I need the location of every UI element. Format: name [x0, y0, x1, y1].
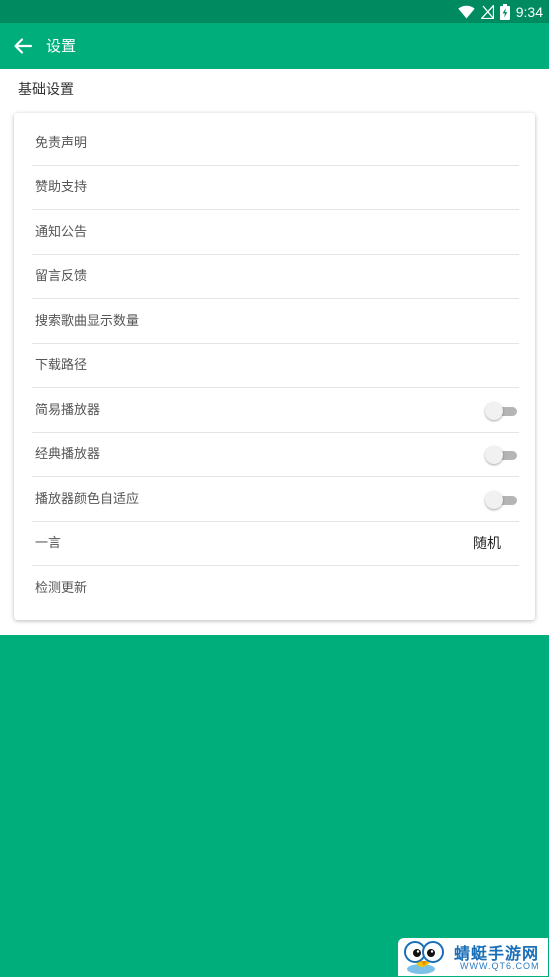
section-title: 基础设置	[18, 82, 74, 98]
settings-content: 基础设置 免责声明 赞助支持 通知公告 留言反馈 搜索歌曲显示数量 下载路径 简…	[0, 69, 549, 635]
setting-label: 搜索歌曲显示数量	[35, 314, 140, 329]
setting-sponsor[interactable]: 赞助支持	[32, 166, 519, 210]
switch-thumb	[485, 491, 503, 509]
setting-announcement[interactable]: 通知公告	[32, 211, 519, 255]
setting-label: 免责声明	[35, 136, 88, 151]
adaptive-color-switch[interactable]	[485, 491, 517, 509]
setting-classic-player[interactable]: 经典播放器	[32, 433, 519, 477]
setting-label: 经典播放器	[35, 447, 101, 462]
setting-label: 简易播放器	[35, 403, 101, 418]
setting-value: 随机	[473, 536, 501, 552]
setting-check-update[interactable]: 检测更新	[32, 567, 519, 611]
battery-charging-icon	[499, 3, 510, 20]
setting-label: 一言	[35, 536, 62, 551]
setting-hitokoto[interactable]: 一言 随机	[32, 522, 519, 566]
wifi-icon	[458, 5, 475, 18]
no-signal-icon	[480, 4, 494, 19]
app-toolbar: 设置	[0, 23, 549, 69]
setting-search-count[interactable]: 搜索歌曲显示数量	[32, 300, 519, 344]
switch-thumb	[485, 402, 503, 420]
setting-feedback[interactable]: 留言反馈	[32, 255, 519, 299]
simple-player-switch[interactable]	[485, 402, 517, 420]
dragonfly-logo-icon	[404, 941, 444, 974]
setting-download-path[interactable]: 下载路径	[32, 344, 519, 388]
status-time: 9:34	[515, 3, 543, 20]
setting-label: 留言反馈	[35, 269, 88, 284]
setting-label: 通知公告	[35, 225, 88, 240]
arrow-left-icon[interactable]	[12, 35, 34, 57]
setting-label: 检测更新	[35, 581, 88, 596]
status-bar: 9:34	[0, 0, 549, 23]
settings-card: 免责声明 赞助支持 通知公告 留言反馈 搜索歌曲显示数量 下载路径 简易播放器 …	[14, 113, 535, 620]
setting-simple-player[interactable]: 简易播放器	[32, 389, 519, 433]
setting-label: 下载路径	[35, 358, 88, 373]
setting-label: 播放器颜色自适应	[35, 492, 140, 507]
page-title: 设置	[46, 37, 77, 55]
classic-player-switch[interactable]	[485, 446, 517, 464]
watermark: 蜻蜓手游网 WWW.QT6.COM	[398, 938, 548, 976]
switch-thumb	[485, 446, 503, 464]
watermark-url: WWW.QT6.COM	[460, 961, 540, 971]
setting-label: 赞助支持	[35, 180, 88, 195]
setting-disclaimer[interactable]: 免责声明	[32, 122, 519, 166]
setting-adaptive-color[interactable]: 播放器颜色自适应	[32, 478, 519, 522]
